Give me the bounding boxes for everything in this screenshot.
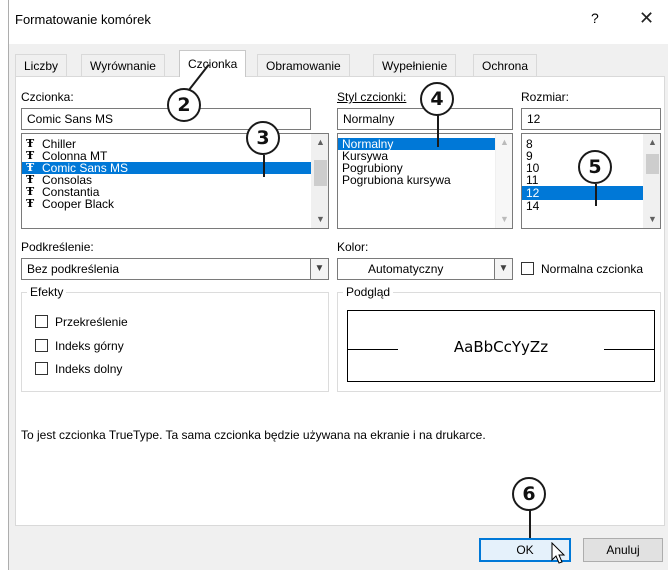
font-list[interactable]: Ŧ Chiller Ŧ Colonna MT Ŧ Comic Sans MS Ŧ Con… [21, 133, 329, 229]
window-title: Formatowanie komórek [15, 12, 151, 27]
callout-6: 6 [512, 477, 546, 511]
tab-obramowanie[interactable]: Obramowanie [257, 54, 350, 76]
tab-liczby[interactable]: Liczby [15, 54, 68, 76]
style-list[interactable]: Normalny Kursywa Pogrubiony Pogrubiona k… [337, 133, 513, 229]
subscript-checkbox[interactable] [35, 362, 48, 375]
close-icon[interactable]: ✕ [639, 8, 654, 29]
callout-pointer [263, 155, 265, 177]
superscript-label: Indeks górny [55, 339, 124, 353]
list-item-selected[interactable]: 12 [522, 186, 660, 200]
cancel-button[interactable]: Anuluj [583, 538, 663, 562]
size-label: Rozmiar: [521, 90, 570, 104]
list-item[interactable]: Pogrubiona kursywa [338, 174, 512, 186]
info-text: To jest czcionka TrueType. Ta sama czcio… [21, 428, 486, 442]
callout-5: 5 [578, 150, 612, 184]
size-input[interactable]: 12 [521, 108, 661, 130]
tab-wypelnienie[interactable]: Wypełnienie [373, 54, 457, 76]
font-label: Czcionka: [21, 90, 74, 104]
list-item[interactable]: 8 [522, 138, 660, 150]
scroll-down-icon[interactable]: ▼ [496, 211, 512, 228]
style-label: Styl czcionki: [337, 90, 407, 104]
chevron-down-icon[interactable]: ▼ [494, 259, 512, 279]
normal-font-checkbox[interactable] [521, 262, 534, 275]
format-cells-dialog: Formatowanie komórek ? ✕ Liczby Wyrównan… [8, 0, 668, 570]
strikethrough-checkbox[interactable] [35, 315, 48, 328]
callout-pointer [595, 184, 597, 206]
preview-label: Podgląd [343, 285, 394, 299]
callout-pointer [529, 510, 531, 538]
strikethrough-label: Przekreślenie [55, 315, 128, 329]
callout-3: 3 [246, 121, 280, 155]
callout-2: 2 [167, 88, 201, 122]
tab-wyrownanie[interactable]: Wyrównanie [81, 54, 165, 76]
preview-box: AaBbCcYyZz [347, 310, 655, 382]
size-list-scrollbar[interactable]: ▲ ▼ [643, 134, 660, 228]
scroll-up-icon[interactable]: ▲ [644, 134, 660, 151]
list-item[interactable]: 14 [522, 200, 660, 212]
help-button[interactable]: ? [591, 10, 599, 26]
truetype-icon: Ŧ [26, 197, 34, 210]
title-bar: Formatowanie komórek ? ✕ [9, 0, 668, 44]
preview-sample: AaBbCcYyZz [453, 338, 549, 356]
style-list-scrollbar[interactable]: ▲ ▼ [495, 134, 512, 228]
scroll-thumb[interactable] [646, 154, 659, 174]
effects-label: Efekty [27, 285, 67, 299]
tab-ochrona[interactable]: Ochrona [473, 54, 538, 76]
underline-select[interactable]: Bez podkreślenia ▼ [21, 258, 329, 280]
scroll-thumb[interactable] [314, 160, 327, 186]
callout-pointer [437, 115, 439, 147]
scroll-down-icon[interactable]: ▼ [644, 211, 660, 228]
chevron-down-icon[interactable]: ▼ [310, 259, 328, 279]
color-select[interactable]: Automatyczny ▼ [337, 258, 513, 280]
scroll-down-icon[interactable]: ▼ [312, 211, 328, 228]
font-list-scrollbar[interactable]: ▲ ▼ [311, 134, 328, 228]
color-label: Kolor: [337, 240, 369, 254]
scroll-up-icon[interactable]: ▲ [496, 134, 512, 151]
tab-czcionka[interactable]: Czcionka [179, 50, 247, 77]
list-item[interactable]: Ŧ Cooper Black [22, 197, 328, 211]
underline-label: Podkreślenie: [21, 240, 94, 254]
normal-font-label: Normalna czcionka [541, 262, 644, 276]
callout-4: 4 [420, 82, 454, 116]
mouse-cursor-icon [551, 542, 566, 564]
subscript-label: Indeks dolny [55, 362, 123, 376]
scroll-up-icon[interactable]: ▲ [312, 134, 328, 151]
superscript-checkbox[interactable] [35, 339, 48, 352]
